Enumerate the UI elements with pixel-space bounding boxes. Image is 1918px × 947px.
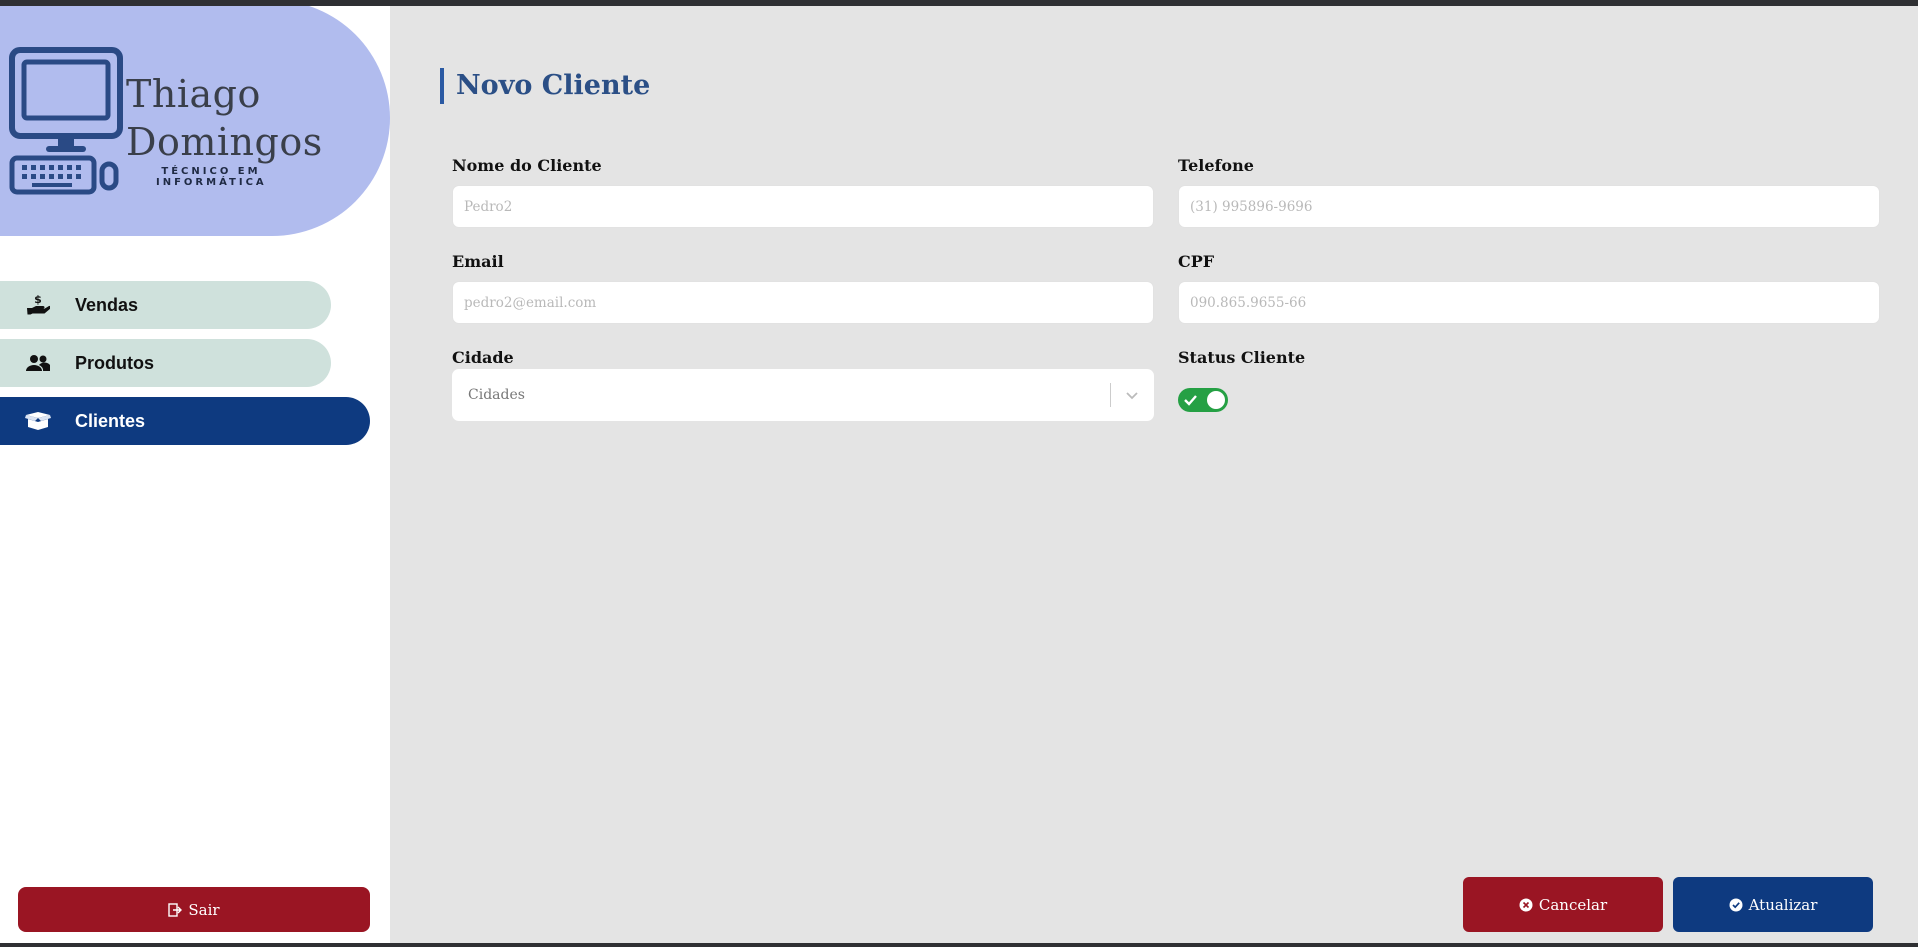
sidebar-item-label: Produtos xyxy=(75,352,154,373)
brand-name-line2: Domingos xyxy=(126,120,323,164)
nome-field[interactable] xyxy=(452,185,1154,228)
box-open-icon xyxy=(18,411,58,431)
sidebar-item-label: Vendas xyxy=(75,294,139,315)
cidade-label: Cidade xyxy=(452,348,514,367)
sidebar-item-label: Clientes xyxy=(75,410,146,431)
cidade-select[interactable]: Cidades xyxy=(452,369,1154,421)
status-label: Status Cliente xyxy=(1178,348,1306,367)
telefone-label: Telefone xyxy=(1178,156,1254,175)
circle-x-icon xyxy=(1519,898,1533,911)
cancel-button[interactable]: Cancelar xyxy=(1463,877,1663,932)
cancel-label: Cancelar xyxy=(1538,895,1608,914)
email-field[interactable] xyxy=(452,281,1154,324)
brand-name-line1: Thiago xyxy=(126,72,261,116)
main-content: Novo Cliente Nome do Cliente Telefone Em… xyxy=(390,6,1918,943)
check-icon xyxy=(1184,395,1197,406)
svg-text:$: $ xyxy=(34,294,42,306)
select-divider xyxy=(1110,383,1111,407)
logout-button[interactable]: Sair xyxy=(18,887,370,932)
telefone-field[interactable] xyxy=(1178,185,1880,228)
cpf-label: CPF xyxy=(1178,252,1215,271)
logout-label: Sair xyxy=(188,900,220,919)
cpf-field[interactable] xyxy=(1178,281,1880,324)
chevron-down-icon[interactable] xyxy=(1124,387,1140,403)
toggle-knob xyxy=(1207,391,1225,409)
status-toggle[interactable] xyxy=(1178,388,1228,412)
sidebar: Thiago Domingos TÉCNICO EM INFORMÁTICA $… xyxy=(0,6,390,943)
computer-icon xyxy=(9,47,123,195)
app-window: Thiago Domingos TÉCNICO EM INFORMÁTICA $… xyxy=(0,6,1918,943)
circle-check-icon xyxy=(1729,898,1743,911)
sign-out-icon xyxy=(168,902,183,917)
nome-label: Nome do Cliente xyxy=(452,156,602,175)
sidebar-item-clientes[interactable]: Clientes xyxy=(0,397,370,445)
update-label: Atualizar xyxy=(1748,895,1818,914)
sidebar-item-produtos[interactable]: Produtos xyxy=(0,339,331,387)
brand-name: Thiago Domingos xyxy=(126,70,323,166)
sidebar-item-vendas[interactable]: $ Vendas xyxy=(0,281,331,329)
cidade-select-value: Cidades xyxy=(468,387,525,403)
email-label: Email xyxy=(452,252,504,271)
update-button[interactable]: Atualizar xyxy=(1673,877,1873,932)
page-title: Novo Cliente xyxy=(440,68,650,104)
brand-tagline: TÉCNICO EM INFORMÁTICA xyxy=(156,166,267,188)
hand-money-icon: $ xyxy=(18,294,58,316)
users-icon xyxy=(18,354,58,372)
